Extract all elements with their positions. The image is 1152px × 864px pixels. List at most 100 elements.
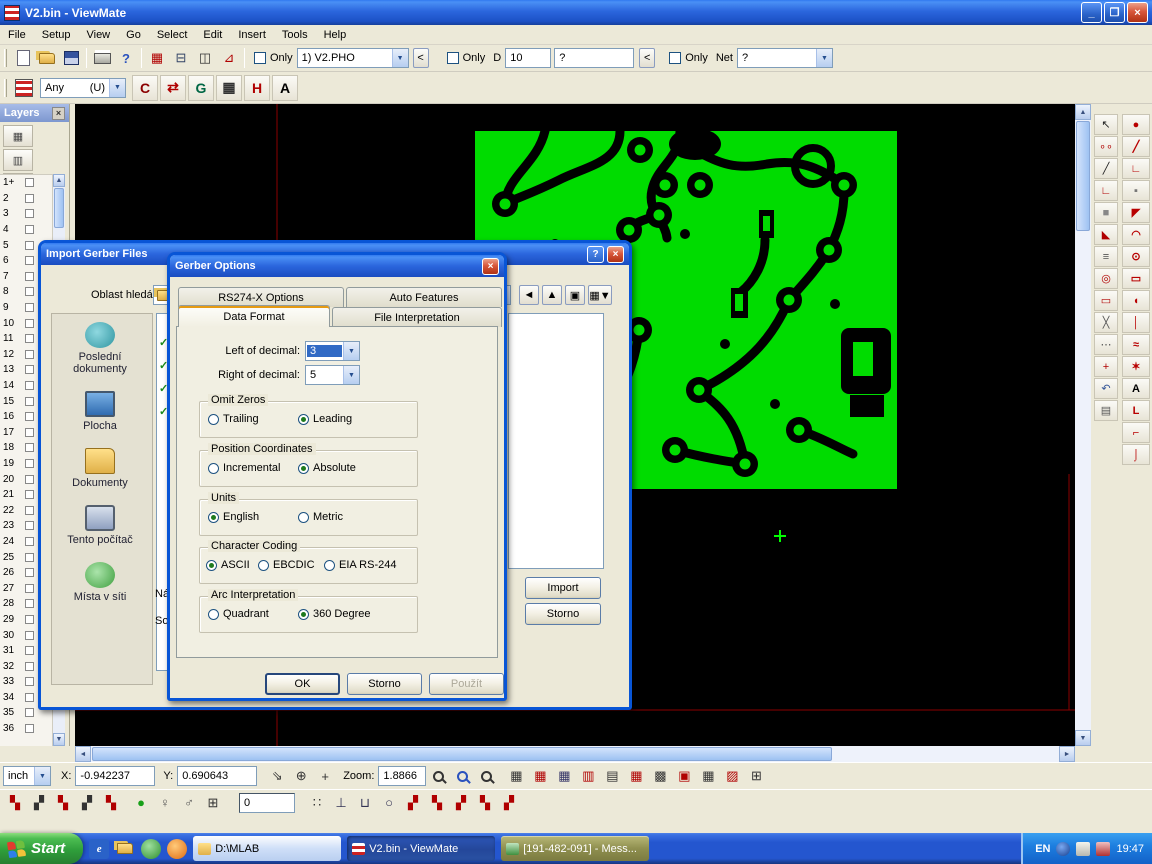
- pad-solid-icon[interactable]: ▩: [648, 765, 672, 787]
- apply-button[interactable]: Použít: [429, 673, 504, 695]
- place-item[interactable]: Poslední dokumenty: [52, 314, 148, 383]
- swap-arrows-icon[interactable]: ⇄: [160, 75, 186, 101]
- taskbar-task-button[interactable]: [191-482-091] - Mess...: [501, 836, 649, 861]
- only-layer-checkbox[interactable]: [254, 52, 266, 64]
- layers-close-icon[interactable]: ×: [52, 107, 65, 120]
- probe-icon[interactable]: ♀: [153, 792, 177, 814]
- pad-frame-icon[interactable]: ▣: [672, 765, 696, 787]
- help-icon[interactable]: ?: [587, 246, 604, 263]
- dots-icon[interactable]: ⋯: [1094, 334, 1118, 355]
- scroll-left-icon[interactable]: ◄: [75, 746, 91, 762]
- undo-icon[interactable]: ↶: [1094, 378, 1118, 399]
- radio-trailing[interactable]: Trailing: [208, 413, 259, 425]
- flash-1-icon[interactable]: ▞: [401, 792, 425, 814]
- layer-color-swatch[interactable]: [25, 319, 34, 328]
- language-indicator[interactable]: EN: [1035, 843, 1050, 855]
- zoom-in-icon[interactable]: [426, 765, 450, 787]
- scrollbar-thumb[interactable]: [92, 747, 832, 761]
- prev-dcode-button[interactable]: <: [639, 48, 655, 68]
- layers-panel-header[interactable]: Layers ×: [0, 104, 69, 122]
- layer-color-swatch[interactable]: [25, 537, 34, 546]
- import-button[interactable]: Import: [525, 577, 601, 599]
- radio-english[interactable]: English: [208, 511, 259, 523]
- place-item[interactable]: Místa v síti: [52, 554, 148, 611]
- anchor-o-icon[interactable]: ○: [377, 792, 401, 814]
- close-icon[interactable]: ×: [607, 246, 624, 263]
- text-a-icon[interactable]: A: [272, 75, 298, 101]
- prev-layer-button[interactable]: <: [413, 48, 429, 68]
- pattern-2-icon[interactable]: ▞: [27, 792, 51, 814]
- vertical-scrollbar[interactable]: ▲ ▼: [1075, 104, 1091, 746]
- save-file-icon[interactable]: [59, 47, 83, 69]
- layer-color-swatch[interactable]: [25, 599, 34, 608]
- pad-view-icon[interactable]: ▥: [576, 765, 600, 787]
- layer-color-swatch[interactable]: [25, 194, 34, 203]
- layer-color-swatch[interactable]: [25, 443, 34, 452]
- layer-color-swatch[interactable]: [25, 334, 34, 343]
- draw-trace-icon[interactable]: │: [1122, 312, 1150, 333]
- pointer-icon[interactable]: ↖: [1094, 114, 1118, 135]
- layer-grid-icon[interactable]: ▦: [145, 47, 169, 69]
- scroll-up-icon[interactable]: ▲: [1075, 104, 1091, 120]
- restore-button[interactable]: ❐: [1104, 2, 1125, 23]
- layer-row[interactable]: 1+: [0, 175, 52, 191]
- layer-color-swatch[interactable]: [25, 303, 34, 312]
- close-button[interactable]: ×: [1127, 2, 1148, 23]
- pad-dark-icon[interactable]: ▤: [600, 765, 624, 787]
- radio-360-degree[interactable]: 360 Degree: [298, 608, 371, 620]
- tab-auto-features[interactable]: Auto Features: [346, 287, 502, 307]
- menu-item[interactable]: View: [78, 27, 118, 43]
- x-coordinate-field[interactable]: -0.942237: [75, 766, 155, 786]
- grid-value-field[interactable]: 0: [239, 793, 295, 813]
- dot-grid-icon[interactable]: ∷: [305, 792, 329, 814]
- menu-item[interactable]: Help: [316, 27, 355, 43]
- area-icon[interactable]: ■: [1094, 202, 1118, 223]
- zoom-all-icon[interactable]: [474, 765, 498, 787]
- scroll-up-icon[interactable]: ▲: [53, 174, 65, 187]
- new-folder-icon[interactable]: ▣: [565, 285, 585, 305]
- star-icon[interactable]: +: [1094, 356, 1118, 377]
- aperture-flash-icon[interactable]: [11, 75, 37, 101]
- layer-color-swatch[interactable]: [25, 397, 34, 406]
- cross-icon[interactable]: ╳: [1094, 312, 1118, 333]
- window-titlebar[interactable]: V2.bin - ViewMate _ ❐ ×: [0, 0, 1152, 25]
- radio-ascii[interactable]: ASCII: [206, 559, 250, 571]
- scrollbar-thumb[interactable]: [54, 188, 64, 228]
- pattern-5-icon[interactable]: ▚: [99, 792, 123, 814]
- layer-color-swatch[interactable]: [25, 225, 34, 234]
- menu-item[interactable]: File: [0, 27, 34, 43]
- tab-rs274x-options[interactable]: RS274-X Options: [178, 287, 344, 307]
- draw-star-icon[interactable]: ✶: [1122, 356, 1150, 377]
- start-button[interactable]: Start: [0, 833, 83, 864]
- flash-3-icon[interactable]: ▞: [449, 792, 473, 814]
- layer-color-swatch[interactable]: [25, 272, 34, 281]
- grid-capture-icon[interactable]: ▦: [504, 765, 528, 787]
- toolbar-grip[interactable]: [4, 79, 7, 97]
- flash-2-icon[interactable]: ▚: [425, 792, 449, 814]
- draw-arc-icon[interactable]: ◠: [1122, 224, 1150, 245]
- browser-icon[interactable]: [167, 839, 187, 859]
- layer-color-swatch[interactable]: [25, 459, 34, 468]
- units-combo[interactable]: inch▼: [3, 766, 51, 786]
- toolbar-grip[interactable]: [4, 49, 7, 67]
- layer-color-swatch[interactable]: [25, 256, 34, 265]
- menu-item[interactable]: Setup: [34, 27, 79, 43]
- zoom-field[interactable]: 1.8866: [378, 766, 426, 786]
- tray-alert-icon[interactable]: [1096, 842, 1110, 856]
- target-icon[interactable]: ◎: [1094, 268, 1118, 289]
- pad-cross-icon[interactable]: ▦: [696, 765, 720, 787]
- anchor-u-icon[interactable]: ⊔: [353, 792, 377, 814]
- layer-color-swatch[interactable]: [25, 381, 34, 390]
- aperture-c-icon[interactable]: C: [132, 75, 158, 101]
- bracket-icon[interactable]: ⌐: [1122, 422, 1150, 443]
- radio-quadrant[interactable]: Quadrant: [208, 608, 269, 620]
- layer-color-swatch[interactable]: [25, 506, 34, 515]
- layer-color-swatch[interactable]: [25, 287, 34, 296]
- place-item[interactable]: Plocha: [52, 383, 148, 440]
- internet-explorer-icon[interactable]: e: [89, 839, 109, 859]
- layer-row[interactable]: 3: [0, 206, 52, 222]
- line-select-icon[interactable]: ╱: [1094, 158, 1118, 179]
- layer-color-swatch[interactable]: [25, 178, 34, 187]
- panel-icon[interactable]: ▤: [1094, 400, 1118, 421]
- layer-color-swatch[interactable]: [25, 646, 34, 655]
